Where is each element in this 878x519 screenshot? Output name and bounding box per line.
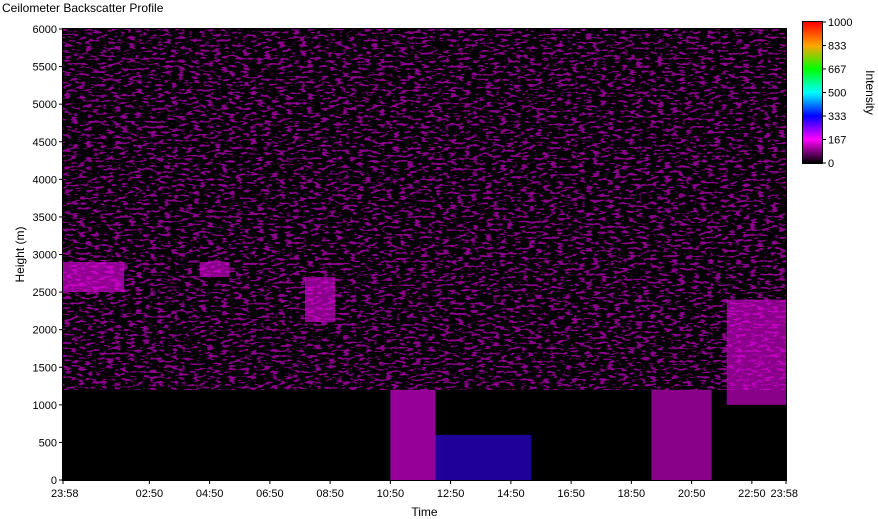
backscatter-feature-boundary-layer (651, 389, 712, 480)
y-axis-title: Height (m) (13, 226, 27, 282)
x-tick-label: 23:58 (770, 488, 798, 500)
colorbar-tick-label: 833 (828, 41, 846, 53)
noise-layer (63, 29, 786, 390)
x-tick-label: 23:58 (51, 488, 79, 500)
x-tick-label: 10:50 (377, 488, 405, 500)
colorbar-tick-label: 667 (828, 64, 846, 76)
backscatter-feature-cloud-layer (726, 299, 786, 405)
x-tick-label: 20:50 (678, 488, 706, 500)
y-tick-label: 3500 (33, 212, 57, 224)
x-tick-label: 06:50 (256, 488, 284, 500)
y-tick-label: 5000 (33, 99, 57, 111)
colorbar-tick-label: 500 (828, 88, 846, 100)
backscatter-feature-cloud-layer (305, 277, 336, 323)
y-tick-label: 0 (51, 475, 57, 487)
backscatter-feature-boundary-layer (435, 434, 531, 480)
x-tick-label: 14:50 (497, 488, 525, 500)
y-tick-label: 2000 (33, 325, 57, 337)
x-axis-title: Time (411, 505, 438, 519)
colorbar-title: Intensity (863, 70, 877, 115)
backscatter-chart: 0500100015002000250030003500400045005000… (13, 17, 877, 519)
backscatter-feature-cloud-layer (63, 262, 125, 293)
y-tick-label: 5500 (33, 62, 57, 74)
y-tick-label: 2500 (33, 287, 57, 299)
y-tick-label: 1000 (33, 400, 57, 412)
colorbar-tick-label: 167 (828, 134, 846, 146)
x-tick-label: 18:50 (618, 488, 646, 500)
x-tick-label: 22:50 (738, 488, 766, 500)
y-tick-label: 3000 (33, 250, 57, 262)
backscatter-feature-boundary-layer (390, 389, 436, 480)
y-axis: 0 500 1000 1500 2000 2500 3000 3500 4000 4500 5000… (33, 24, 63, 487)
colorbar-scale (803, 22, 822, 163)
x-tick-label: 16:50 (557, 488, 585, 500)
y-tick-label: 1500 (33, 362, 57, 374)
x-tick-label: 02:50 (136, 488, 164, 500)
colorbar-tick-label: 0 (828, 158, 834, 170)
backscatter-feature-cloud-layer (199, 262, 230, 278)
colorbar-tick-label: 1000 (828, 17, 852, 29)
x-axis: 23:58 02:50 04:50 06:50 08:50 10:50 12:50 14:50… (51, 480, 798, 500)
x-tick-label: 04:50 (196, 488, 224, 500)
y-tick-label: 4500 (33, 137, 57, 149)
colorbar-tick-label: 333 (828, 111, 846, 123)
y-tick-label: 500 (39, 437, 57, 449)
x-tick-label: 12:50 (437, 488, 465, 500)
y-tick-label: 6000 (33, 24, 57, 36)
noise-speckle (63, 29, 786, 390)
y-tick-label: 4000 (33, 174, 57, 186)
colorbar: 0 167 333 500 667 833 1000 Intensity (802, 17, 877, 170)
x-tick-label: 08:50 (316, 488, 344, 500)
